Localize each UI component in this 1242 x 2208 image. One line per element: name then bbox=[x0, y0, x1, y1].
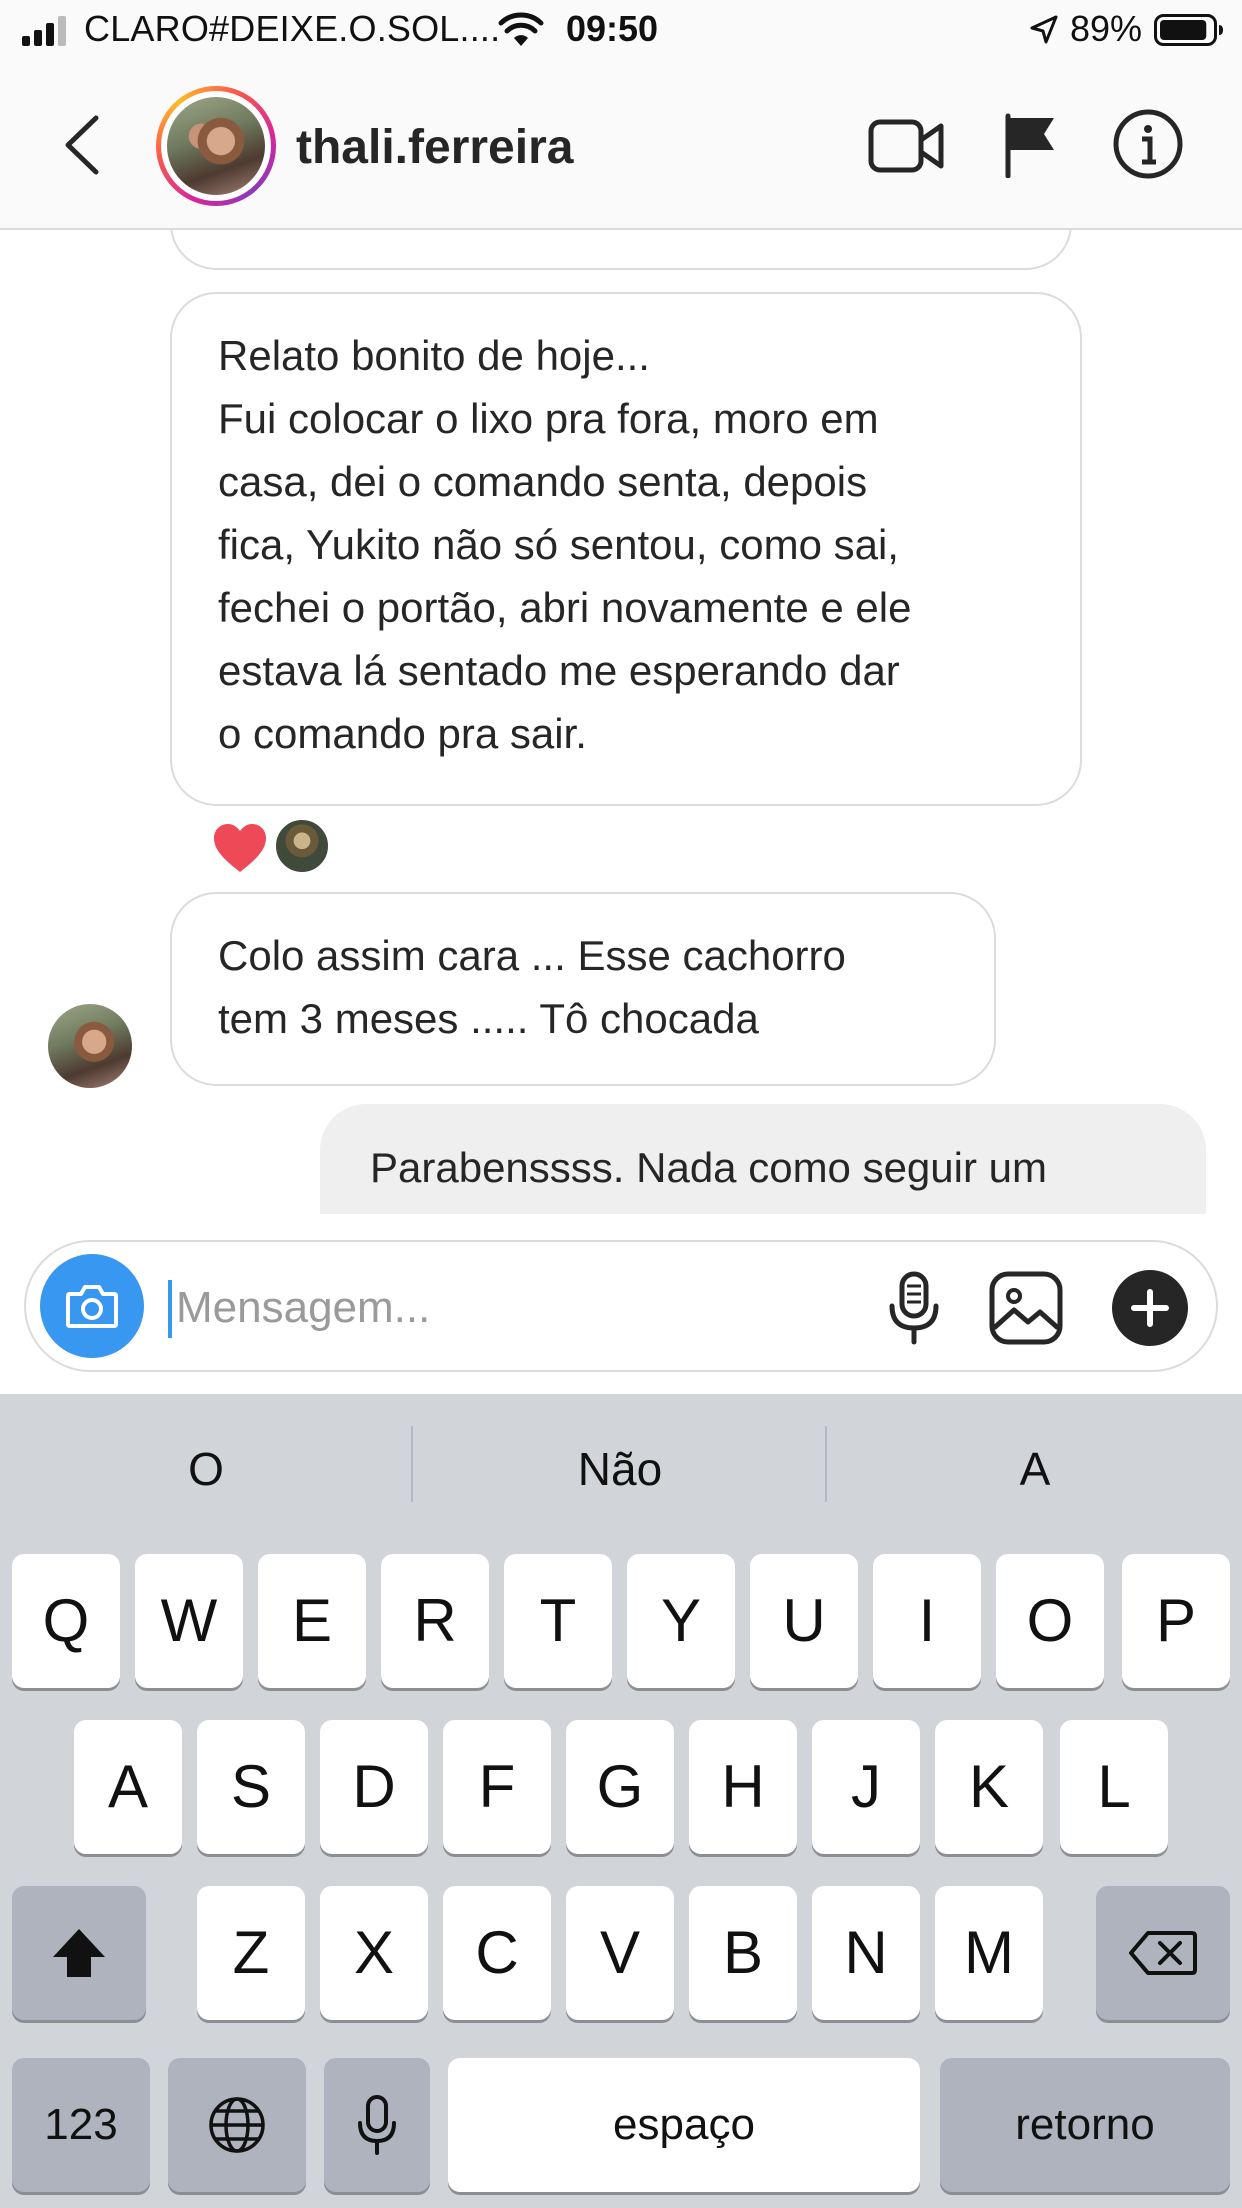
key-g[interactable]: G bbox=[566, 1720, 674, 1854]
numbers-key[interactable]: 123 bbox=[12, 2058, 150, 2192]
key-k[interactable]: K bbox=[935, 1720, 1043, 1854]
camera-icon bbox=[66, 1285, 118, 1328]
delete-key[interactable] bbox=[1096, 1886, 1230, 2020]
signal-icon bbox=[22, 16, 66, 46]
microphone-icon[interactable] bbox=[886, 1270, 942, 1346]
message-composer bbox=[24, 1240, 1218, 1372]
suggestion-item[interactable]: O bbox=[0, 1394, 412, 1544]
keyboard: O Não A Q W E R T Y U I O P A S D F G H … bbox=[0, 1394, 1242, 2208]
suggestion-item[interactable]: A bbox=[828, 1394, 1242, 1544]
back-icon[interactable] bbox=[56, 112, 112, 178]
info-icon[interactable] bbox=[1112, 108, 1184, 180]
message-input[interactable] bbox=[170, 1268, 870, 1348]
key-n[interactable]: N bbox=[812, 1886, 920, 2020]
backspace-icon bbox=[1129, 1931, 1197, 1975]
key-z[interactable]: Z bbox=[197, 1886, 305, 2020]
microphone-icon bbox=[358, 2095, 396, 2155]
message-line: casa, dei o comando senta, depois bbox=[218, 458, 868, 505]
battery-icon bbox=[1154, 14, 1223, 46]
more-button[interactable] bbox=[1112, 1270, 1188, 1346]
key-e[interactable]: E bbox=[258, 1554, 366, 1688]
chat-username[interactable]: thali.ferreira bbox=[296, 120, 573, 175]
message-bubble-colo[interactable]: Colo assim cara ... Esse cachorro tem 3 … bbox=[170, 892, 996, 1086]
heart-icon bbox=[214, 824, 266, 872]
message-line: Fui colocar o lixo pra fora, moro em bbox=[218, 395, 879, 442]
key-j[interactable]: J bbox=[812, 1720, 920, 1854]
suggestion-divider bbox=[825, 1426, 827, 1502]
key-c[interactable]: C bbox=[443, 1886, 551, 2020]
message-line: estava lá sentado me esperando dar bbox=[218, 647, 900, 694]
composer-area bbox=[0, 1214, 1242, 1394]
message-line: Parabenssss. Nada como seguir um bbox=[370, 1144, 1047, 1191]
key-b[interactable]: B bbox=[689, 1886, 797, 2020]
key-y[interactable]: Y bbox=[627, 1554, 735, 1688]
flag-icon[interactable] bbox=[1002, 112, 1058, 178]
globe-icon bbox=[209, 2097, 265, 2153]
shift-arrow-icon bbox=[53, 1929, 105, 1977]
gallery-icon[interactable] bbox=[988, 1270, 1064, 1346]
key-p[interactable]: P bbox=[1122, 1554, 1230, 1688]
key-x[interactable]: X bbox=[320, 1886, 428, 2020]
shift-key[interactable] bbox=[12, 1886, 146, 2020]
key-o[interactable]: O bbox=[996, 1554, 1104, 1688]
wifi-icon bbox=[498, 12, 544, 46]
key-t[interactable]: T bbox=[504, 1554, 612, 1688]
key-m[interactable]: M bbox=[935, 1886, 1043, 2020]
suggestion-bar: O Não A bbox=[0, 1394, 1242, 1544]
key-h[interactable]: H bbox=[689, 1720, 797, 1854]
profile-avatar[interactable] bbox=[156, 86, 276, 206]
sender-avatar[interactable] bbox=[48, 1004, 132, 1088]
message-thread[interactable]: Relato bonito de hoje... Fui colocar o l… bbox=[0, 230, 1242, 1214]
plus-icon bbox=[1131, 1289, 1169, 1327]
suggestion-item[interactable]: Não bbox=[414, 1394, 826, 1544]
key-a[interactable]: A bbox=[74, 1720, 182, 1854]
my-message-bubble[interactable]: Parabenssss. Nada como seguir um bbox=[320, 1104, 1206, 1214]
suggestion-divider bbox=[411, 1426, 413, 1502]
key-r[interactable]: R bbox=[381, 1554, 489, 1688]
message-reactions[interactable] bbox=[212, 818, 342, 876]
message-line: tem 3 meses ..... Tô chocada bbox=[218, 995, 759, 1042]
globe-key[interactable] bbox=[168, 2058, 306, 2192]
video-call-icon[interactable] bbox=[868, 116, 944, 176]
dictation-key[interactable] bbox=[324, 2058, 430, 2192]
key-w[interactable]: W bbox=[135, 1554, 243, 1688]
space-key[interactable]: espaço bbox=[448, 2058, 920, 2192]
chat-header: thali.ferreira bbox=[0, 62, 1242, 230]
return-key[interactable]: retorno bbox=[940, 2058, 1230, 2192]
message-line: fica, Yukito não só sentou, como sai, bbox=[218, 521, 899, 568]
status-bar: CLARO#DEIXE.O.SOL.... 09:50 89% bbox=[0, 0, 1242, 62]
key-v[interactable]: V bbox=[566, 1886, 674, 2020]
reactor-avatar bbox=[274, 818, 330, 874]
location-arrow-icon bbox=[1030, 15, 1058, 44]
clock: 09:50 bbox=[566, 8, 659, 49]
previous-message-bubble[interactable] bbox=[170, 230, 1072, 270]
message-line: Relato bonito de hoje... bbox=[218, 332, 650, 379]
key-l[interactable]: L bbox=[1060, 1720, 1168, 1854]
camera-button[interactable] bbox=[40, 1254, 144, 1358]
key-d[interactable]: D bbox=[320, 1720, 428, 1854]
key-u[interactable]: U bbox=[750, 1554, 858, 1688]
battery-percentage: 89% bbox=[1070, 8, 1143, 49]
key-i[interactable]: I bbox=[873, 1554, 981, 1688]
key-q[interactable]: Q bbox=[12, 1554, 120, 1688]
key-f[interactable]: F bbox=[443, 1720, 551, 1854]
carrier-name: CLARO#DEIXE.O.SOL.... bbox=[84, 8, 501, 49]
message-line: Colo assim cara ... Esse cachorro bbox=[218, 932, 846, 979]
message-bubble-relato[interactable]: Relato bonito de hoje... Fui colocar o l… bbox=[170, 292, 1082, 806]
key-s[interactable]: S bbox=[197, 1720, 305, 1854]
message-line: o comando pra sair. bbox=[218, 710, 587, 757]
message-line: fechei o portão, abri novamente e ele bbox=[218, 584, 912, 631]
